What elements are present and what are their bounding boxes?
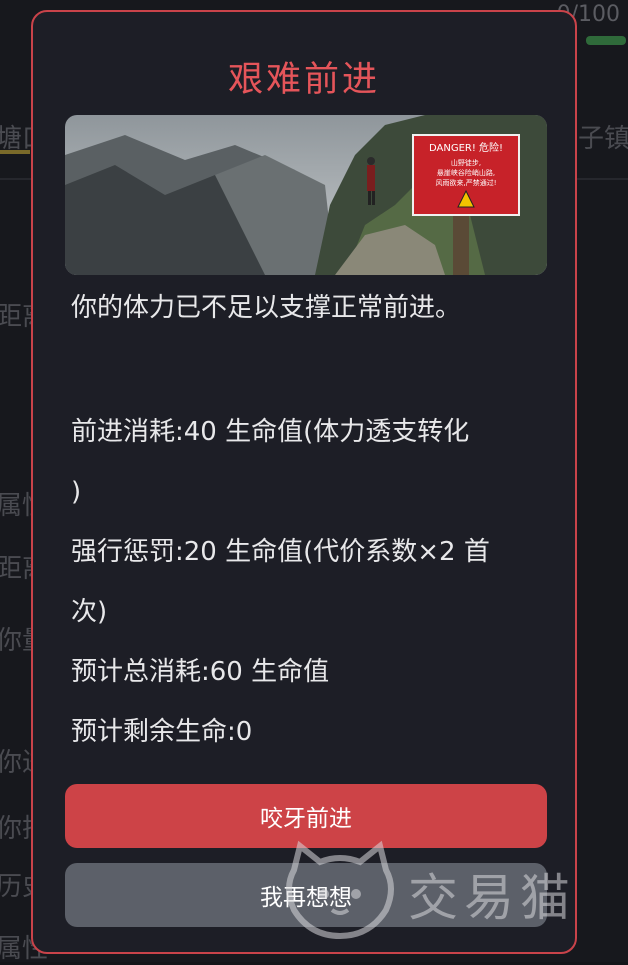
hard-advance-dialog: 艰难前进 DANGER! 危险! 山野徒步, 悬崖峡谷险峭山路, 风雨欲来,严禁…	[31, 10, 577, 954]
watermark-text: 交易猫	[408, 869, 576, 927]
cost-line: 前进消耗:40 生命值(体力透支转化	[71, 417, 470, 447]
sign-line-2: 悬崖峡谷险峭山路,	[437, 168, 495, 177]
background-tab-indicator	[0, 150, 30, 154]
background-hp-bar	[586, 36, 626, 45]
sign-line-3: 风雨欲来,严禁通过!	[435, 178, 496, 187]
dialog-title: 艰难前进	[227, 60, 380, 100]
cost-line-continuation: )	[71, 477, 82, 507]
dialog-message: 你的体力已不足以支撑正常前进。	[71, 293, 462, 323]
remaining-hp-line: 预计剩余生命:0	[71, 717, 253, 747]
confirm-advance-button[interactable]: 咬牙前进	[65, 784, 547, 848]
cliff-path-illustration: DANGER! 危险! 山野徒步, 悬崖峡谷险峭山路, 风雨欲来,严禁通过!	[65, 115, 547, 275]
sign-header: DANGER! 危险!	[429, 141, 503, 154]
penalty-line-continuation: 次)	[71, 597, 108, 627]
sign-line-1: 山野徒步,	[451, 158, 481, 167]
cat-logo-icon	[286, 840, 394, 940]
penalty-line: 强行惩罚:20 生命值(代价系数×2 首	[71, 537, 490, 567]
watermark: 交易猫	[280, 840, 610, 940]
background-text: 子镇	[578, 124, 628, 154]
total-cost-line: 预计总消耗:60 生命值	[71, 657, 330, 687]
